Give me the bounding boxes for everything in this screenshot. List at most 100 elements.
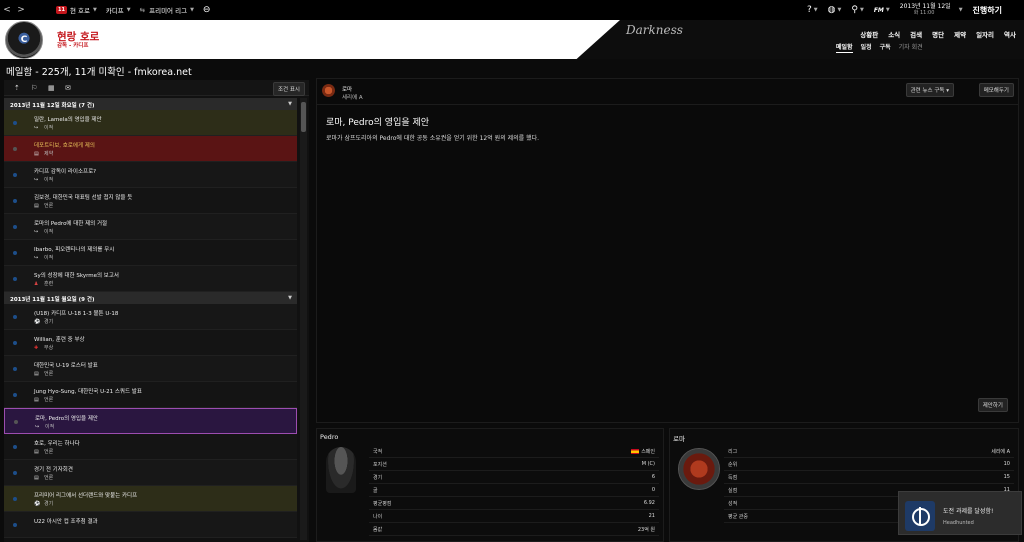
subscribe-news-button[interactable]: 관련 뉴스 구독 ▾: [905, 83, 954, 97]
league-menu[interactable]: ⇆ 프리미어 리그 ▼: [140, 5, 194, 15]
date-group-header[interactable]: 2013년 11월 11일 월요일 (9 건) ▼: [4, 292, 297, 304]
tab-subscriptions[interactable]: 구독: [880, 42, 891, 53]
nav-jobs[interactable]: 일자리: [976, 29, 994, 39]
message-row[interactable]: 밀란, Lamela의 영입을 제안 ↪ 이적: [4, 110, 297, 136]
message-row[interactable]: 대한민국 U-19 로스터 발표 ▤ 언론: [4, 356, 297, 382]
nav-squad[interactable]: 명단: [932, 29, 944, 39]
stat-value-text: 0: [651, 487, 655, 493]
globe-button[interactable]: ◍ ▼: [828, 5, 842, 15]
stat-label: 득점: [728, 475, 738, 481]
club-menu[interactable]: 11 현 호로 ▼: [56, 5, 97, 15]
stat-label: 실점: [728, 488, 738, 494]
message-type-icon: ↪: [35, 424, 40, 430]
stat-value: 0: [652, 487, 655, 493]
fm-menu[interactable]: FM ▼: [874, 7, 890, 14]
manager-role: 감독 - 카디프: [57, 43, 89, 49]
message-row[interactable]: 호로, 우리는 하나다 ▤ 언론: [4, 434, 297, 460]
search-button[interactable]: ⚲ ▼: [851, 5, 863, 15]
message-type-label: 제약: [44, 151, 54, 157]
message-type-label: 언론: [44, 397, 54, 403]
stat-label: 나이: [373, 514, 383, 520]
message-row[interactable]: Jung Hyo-Sung, 대한민국 U-21 스쿼드 발표 ▤ 언론: [4, 382, 297, 408]
calendar-menu[interactable]: ▼: [957, 7, 963, 13]
message-row[interactable]: 데포트티보, 호로에게 제의 ▤ 제약: [4, 136, 297, 162]
message-title: 프리미어 리그에서 선더랜드와 맞붙는 카디프: [34, 493, 138, 499]
sender-name[interactable]: 로마: [342, 85, 352, 93]
refresh-button[interactable]: ⊖: [203, 5, 211, 15]
message-row[interactable]: Ibarbo, 피오렌티나의 제의를 무시 ↪ 이적: [4, 240, 297, 266]
game-date[interactable]: 2013년 11월 12일 화 11:00: [900, 3, 951, 17]
message-title: 김보경, 대한민국 대표팀 선발 첩지 않을 듯: [34, 195, 133, 201]
date-group-header[interactable]: 2013년 11월 12일 화요일 (7 건) ▼: [4, 98, 297, 110]
message-type-label: 언론: [44, 203, 54, 209]
sender-club-logo[interactable]: [322, 84, 335, 97]
achievement-subtitle: Headhunted: [943, 520, 974, 526]
club-sub-menu[interactable]: 카디프 ▼: [106, 5, 131, 15]
message-row[interactable]: 프리미어 리그에서 선더랜드와 맞붙는 카디프 ⚽ 경기: [4, 486, 297, 512]
message-row[interactable]: 김보경, 대한민국 대표팀 선발 첩지 않을 듯 ▤ 언론: [4, 188, 297, 214]
main-nav: 상황판 소식 검색 명단 제약 일자리 역사: [850, 29, 1016, 39]
stat-value-text: 스페인: [641, 449, 655, 455]
forward-arrow-icon[interactable]: >: [14, 5, 28, 15]
message-type: ♟ 훈련: [34, 280, 53, 287]
memo-button[interactable]: 메모해두기: [978, 83, 1014, 97]
message-row[interactable]: 로마의 Pedro에 대한 제의 거절 ↪ 이적: [4, 214, 297, 240]
unread-dot-icon: [13, 199, 17, 203]
message-row[interactable]: 로마, Pedro의 영입을 제안 ↪ 이적: [4, 408, 297, 434]
show-filter-button[interactable]: 조건 표시: [273, 82, 305, 96]
scroll-thumb[interactable]: [301, 102, 306, 132]
collapse-icon[interactable]: ▼: [288, 101, 292, 107]
message-row[interactable]: Willian, 훈련 중 부상 ✚ 부상: [4, 330, 297, 356]
inbox-scrollbar[interactable]: [300, 98, 307, 540]
stat-value-text: 6.92: [643, 500, 655, 506]
flag-icon[interactable]: ⚐: [31, 84, 37, 92]
continue-button[interactable]: 진행하기: [967, 5, 1024, 16]
message-title: 로마의 Pedro에 대한 제의 거절: [34, 221, 108, 227]
message-title: (U18) 카디프 U-18 1-3 볼튼 U-18: [34, 311, 119, 317]
date-text: 2013년 11월 12일: [899, 3, 951, 10]
message-header: 로마 세리에 A 관련 뉴스 구독 ▾ 메모해두기: [317, 79, 1018, 105]
message-row[interactable]: 카디프 감독이 라이소프로? ↪ 이적: [4, 162, 297, 188]
message-row[interactable]: U22 아시안 컵 조추첨 결과: [4, 512, 297, 538]
sort-icon[interactable]: ⇡: [14, 84, 20, 92]
achievement-popup[interactable]: 도전 과제를 달성함! Headhunted: [898, 491, 1022, 535]
stat-value: 세리에 A: [991, 448, 1010, 455]
stat-label: 경기: [373, 475, 383, 481]
message-row[interactable]: (U18) 카디프 U-18 1-3 볼튼 U-18 ⚽ 경기: [4, 304, 297, 330]
unread-dot-icon: [13, 225, 17, 229]
tab-schedule[interactable]: 일정: [861, 42, 872, 53]
nav-search[interactable]: 검색: [910, 29, 922, 39]
mail-icon[interactable]: ✉: [65, 84, 71, 92]
propose-button[interactable]: 제안하기: [977, 398, 1008, 412]
message-type-icon: ↪: [34, 229, 39, 235]
collapse-icon[interactable]: ▼: [288, 295, 292, 301]
chevron-down-icon: ▼: [837, 7, 842, 13]
stat-row: 평균평점 6.92: [369, 497, 659, 510]
player-name[interactable]: Pedro: [320, 433, 338, 441]
club-logo[interactable]: C: [5, 21, 43, 59]
filter-icon[interactable]: ▦: [48, 84, 55, 92]
tab-inbox[interactable]: 메일함: [836, 42, 853, 53]
stat-label: 평균평점: [373, 501, 392, 507]
unread-dot-icon: [14, 420, 18, 424]
message-row[interactable]: 경기 전 기자회견 ▤ 언론: [4, 460, 297, 486]
message-type: ↪ 이적: [35, 423, 54, 430]
message-type: ▤ 언론: [34, 448, 53, 455]
back-arrow-icon[interactable]: <: [0, 5, 14, 15]
message-type-icon: ▤: [34, 449, 39, 455]
stat-row: 골0: [369, 484, 659, 497]
help-button[interactable]: ? ▼: [807, 5, 818, 15]
club-sub-menu-label: 카디프: [105, 7, 124, 15]
message-panel: 로마 세리에 A 관련 뉴스 구독 ▾ 메모해두기 로마, Pedro의 영입을…: [316, 78, 1019, 423]
club-menu-label: 현 호로: [69, 7, 90, 15]
message-row[interactable]: Sy의 성장에 대한 Skyrme의 보고서 ♟ 훈련: [4, 266, 297, 292]
stat-row: 나이 21: [369, 510, 659, 523]
nav-news[interactable]: 소식: [888, 29, 900, 39]
nav-contract[interactable]: 제약: [954, 29, 966, 39]
club-panel-name[interactable]: 로마: [673, 433, 685, 443]
message-type-label: 언론: [44, 449, 54, 455]
tab-press-conference[interactable]: 기자 회견: [899, 42, 923, 53]
nav-history[interactable]: 역사: [1004, 29, 1016, 39]
message-title: Sy의 성장에 대한 Skyrme의 보고서: [34, 273, 119, 279]
nav-dashboard[interactable]: 상황판: [860, 29, 878, 39]
